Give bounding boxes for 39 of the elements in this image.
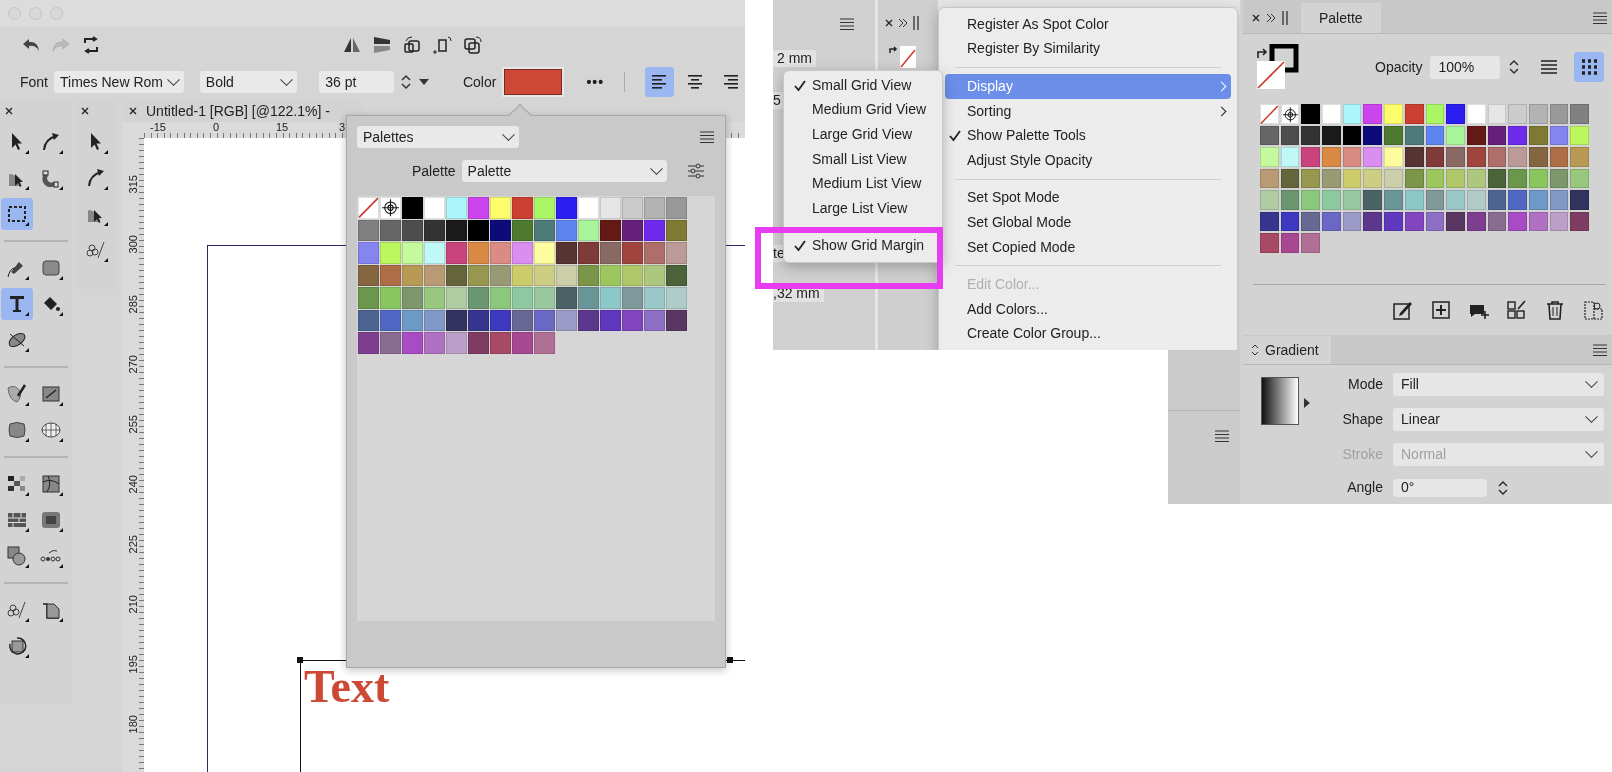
canvas-text[interactable]: Text xyxy=(304,664,390,710)
menu-item[interactable]: Show Grid Margin xyxy=(790,233,936,259)
field-label: Mode xyxy=(1346,375,1383,394)
menu-item[interactable]: Create Color Group... xyxy=(945,321,1231,347)
menu-item[interactable]: Add Colors... xyxy=(945,296,1231,322)
menu-item[interactable]: Set Copied Mode xyxy=(945,234,1231,260)
dropdown[interactable]: Fill xyxy=(1393,373,1604,396)
angle-field[interactable]: 0° xyxy=(1393,478,1487,497)
color-label: Color xyxy=(462,72,497,92)
menu-item[interactable]: Large List View xyxy=(790,195,936,221)
menu-item[interactable]: Sorting xyxy=(945,98,1231,124)
menu-item[interactable]: Medium List View xyxy=(790,171,936,196)
menu-item[interactable]: Set Global Mode xyxy=(945,210,1231,235)
menu-item[interactable]: Large Grid View xyxy=(790,122,936,147)
more-button[interactable]: ••• xyxy=(586,71,605,93)
size-field[interactable]: 36 pt xyxy=(319,71,394,93)
panel-tab[interactable]: Palette xyxy=(1301,3,1381,33)
menu-item[interactable]: Small Grid View xyxy=(790,73,936,98)
field-value[interactable]: 2 mm xyxy=(773,50,816,67)
menu-item[interactable]: Small List View xyxy=(790,146,936,172)
menu-item[interactable]: Register By Similarity xyxy=(945,36,1231,62)
library-dropdown[interactable]: Palettes xyxy=(357,126,519,148)
menu-item[interactable]: Register As Spot Color xyxy=(945,12,1231,37)
palette-label: Palette xyxy=(412,161,456,181)
palette-dropdown[interactable]: Palette xyxy=(461,160,667,182)
font-label: Font xyxy=(20,72,48,92)
menu-item[interactable]: Set Spot Mode xyxy=(945,185,1231,211)
field-label: Shape xyxy=(1341,410,1383,429)
dropdown[interactable]: Linear xyxy=(1393,408,1604,431)
field-label: Angle xyxy=(1346,478,1383,497)
vertical-ruler: 315 300 285 270 255 240 225 210 195 180 xyxy=(122,138,144,772)
style-dropdown[interactable]: Bold xyxy=(199,71,298,93)
opacity-label: Opacity xyxy=(1375,57,1423,77)
menu-item[interactable]: Show Palette Tools xyxy=(945,123,1231,148)
menu-item[interactable]: Adjust Style Opacity xyxy=(945,147,1231,173)
font-dropdown[interactable]: Times New Rom xyxy=(54,71,184,93)
panel-tab[interactable]: Gradient xyxy=(1243,336,1331,364)
menu-item[interactable]: Medium Grid View xyxy=(790,97,936,123)
opacity-field[interactable]: 100% xyxy=(1430,55,1501,79)
